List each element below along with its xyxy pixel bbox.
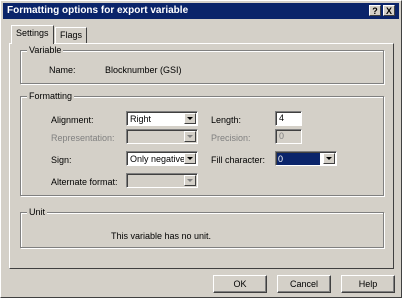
chevron-down-icon[interactable] <box>184 131 196 142</box>
precision-label: Precision: <box>211 133 251 143</box>
alignment-select[interactable]: Right <box>126 111 198 126</box>
help-titlebar-button[interactable]: ? <box>369 5 381 16</box>
alternate-format-label: Alternate format: <box>51 177 118 187</box>
close-icon: X <box>385 6 392 16</box>
help-icon: ? <box>372 6 378 16</box>
close-button[interactable]: X <box>383 5 395 16</box>
formatting-group: Formatting Alignment: Right Representati… <box>20 90 384 196</box>
sign-value: Only negative <box>130 154 186 164</box>
unit-group-label: Unit <box>27 206 48 218</box>
alternate-format-select[interactable] <box>126 173 198 188</box>
name-label: Name: <box>49 65 76 75</box>
fill-character-select[interactable]: 0 <box>275 151 337 166</box>
fill-character-value: 0 <box>277 153 320 165</box>
representation-label: Representation: <box>51 133 115 143</box>
cancel-button[interactable]: Cancel <box>277 275 331 293</box>
tab-settings[interactable]: Settings <box>11 25 54 44</box>
ok-button[interactable]: OK <box>213 275 267 293</box>
precision-input[interactable]: 0 <box>275 129 302 144</box>
length-label: Length: <box>211 115 242 125</box>
fill-character-label: Fill character: <box>211 155 266 165</box>
representation-select[interactable] <box>126 129 198 144</box>
chevron-down-icon[interactable] <box>184 153 196 164</box>
sign-label: Sign: <box>51 155 72 165</box>
name-value: Blocknumber (GSI) <box>105 65 182 75</box>
alignment-label: Alignment: <box>51 115 94 125</box>
unit-message: This variable has no unit. <box>111 231 212 241</box>
variable-group: Variable Name: Blocknumber (GSI) <box>20 44 384 84</box>
alignment-value: Right <box>130 114 152 124</box>
variable-group-label: Variable <box>27 44 64 56</box>
length-input[interactable]: 4 <box>275 111 302 126</box>
formatting-group-label: Formatting <box>27 90 75 102</box>
chevron-down-icon[interactable] <box>184 113 196 124</box>
unit-group: Unit This variable has no unit. <box>20 206 384 248</box>
settings-panel: Variable Name: Blocknumber (GSI) Formatt… <box>9 43 394 269</box>
tab-flags[interactable]: Flags <box>55 27 88 43</box>
export-variable-dialog: Formatting options for export variable ?… <box>0 0 402 298</box>
title-bar[interactable]: Formatting options for export variable ?… <box>3 3 399 19</box>
window-title: Formatting options for export variable <box>7 5 189 16</box>
chevron-down-icon[interactable] <box>184 175 196 186</box>
chevron-down-icon[interactable] <box>323 153 335 164</box>
help-button[interactable]: Help <box>341 275 395 293</box>
sign-select[interactable]: Only negative <box>126 151 198 166</box>
